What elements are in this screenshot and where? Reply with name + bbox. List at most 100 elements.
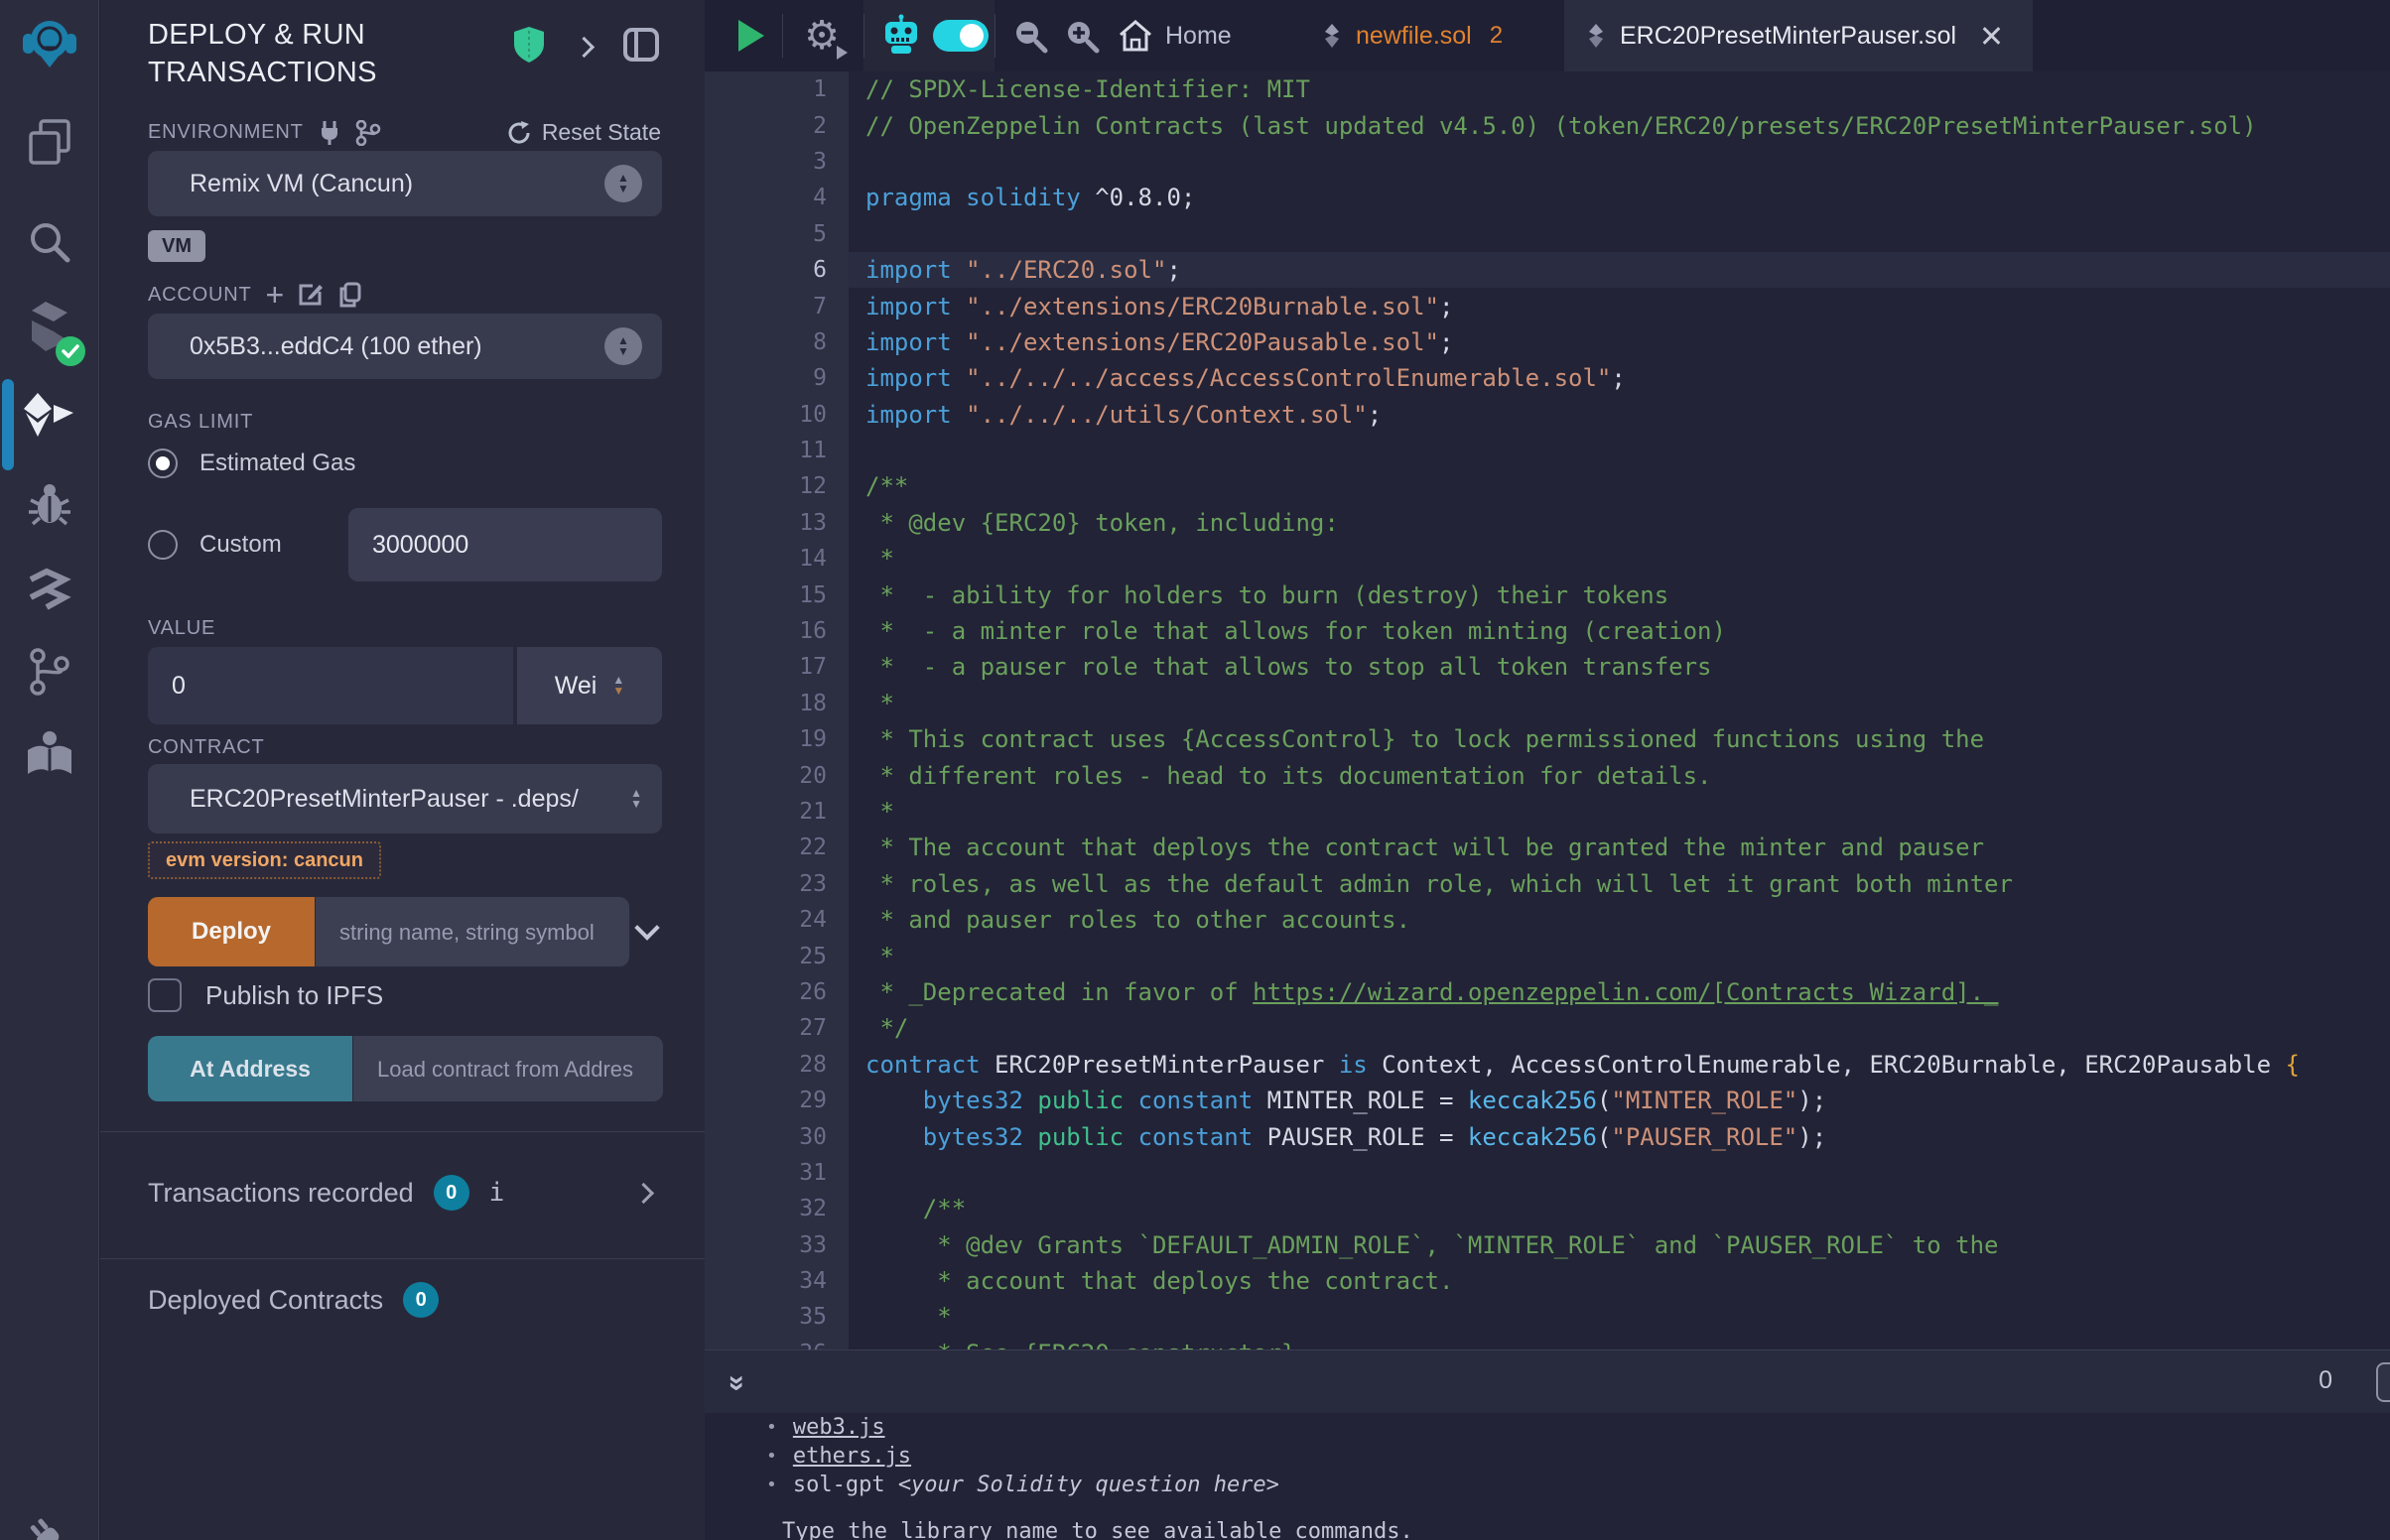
solgpt-hint: <your Solidity question here> bbox=[898, 1473, 1279, 1497]
zoom-in-icon bbox=[1062, 16, 1102, 56]
reset-icon bbox=[506, 120, 532, 146]
code-editor[interactable]: 1// SPDX-License-Identifier: MIT2// Open… bbox=[705, 71, 2390, 1349]
home-tab[interactable]: Home bbox=[1118, 0, 1257, 71]
line-number: 6 bbox=[705, 257, 849, 283]
code-line: 11 bbox=[705, 433, 2390, 468]
play-icon bbox=[738, 20, 764, 52]
fork-state-icon[interactable] bbox=[355, 120, 381, 146]
value-input[interactable] bbox=[148, 647, 513, 724]
editor-topbar: ⚙ bbox=[705, 0, 2390, 71]
solgpt-command: sol-gpt bbox=[793, 1473, 885, 1497]
code-line: 34 * account that deploys the contract. bbox=[705, 1263, 2390, 1299]
line-number: 5 bbox=[705, 221, 849, 247]
reset-state-button[interactable]: Reset State bbox=[506, 119, 661, 146]
reset-state-label: Reset State bbox=[542, 119, 661, 146]
transactions-count-badge: 0 bbox=[434, 1175, 469, 1211]
info-icon[interactable]: i bbox=[489, 1178, 505, 1208]
web3js-link[interactable]: web3.js bbox=[793, 1415, 885, 1440]
collapse-terminal-icon[interactable]: « bbox=[718, 1375, 751, 1392]
code-line: 9import "../../../access/AccessControlEn… bbox=[705, 360, 2390, 396]
remix-ide-window: DEPLOY & RUN TRANSACTIONS ENVIRONMENT bbox=[0, 0, 2390, 1540]
contract-stepper-icon: ▲▼ bbox=[630, 788, 642, 810]
estimated-gas-radio[interactable] bbox=[148, 449, 178, 478]
deploy-params-input[interactable] bbox=[316, 897, 629, 966]
environment-value: Remix VM (Cancun) bbox=[190, 170, 604, 198]
line-number: 21 bbox=[705, 799, 849, 825]
line-number: 4 bbox=[705, 185, 849, 210]
line-number: 14 bbox=[705, 546, 849, 572]
select-stepper-icon: ▲▼ bbox=[604, 327, 642, 365]
publish-ipfs-checkbox[interactable] bbox=[148, 978, 182, 1012]
code-line: 26 * _Deprecated in favor of https://wiz… bbox=[705, 974, 2390, 1010]
value-unit: Wei bbox=[555, 672, 598, 701]
line-number: 26 bbox=[705, 979, 849, 1005]
deploy-button[interactable]: Deploy bbox=[148, 897, 315, 966]
editor-area: ⚙ bbox=[705, 0, 2390, 1540]
line-number: 15 bbox=[705, 582, 849, 608]
code-line: 19 * This contract uses {AccessControl} … bbox=[705, 721, 2390, 757]
code-line: 36 * See {ERC20-constructor}. bbox=[705, 1336, 2390, 1349]
pin-panel-icon[interactable] bbox=[623, 28, 659, 66]
active-plugin-indicator bbox=[2, 379, 14, 470]
code-line: 8import "../extensions/ERC20Pausable.sol… bbox=[705, 324, 2390, 360]
script-config-button[interactable]: ⚙ bbox=[794, 0, 850, 71]
terminal-search-box[interactable] bbox=[2376, 1362, 2390, 1402]
file-explorer-icon[interactable] bbox=[25, 117, 74, 174]
custom-gas-label: Custom bbox=[199, 531, 282, 559]
code-line: 3 bbox=[705, 144, 2390, 180]
tab-erc20presetminterpauser[interactable]: ERC20PresetMinterPauser.sol bbox=[1564, 0, 2033, 71]
remix-logo-icon[interactable] bbox=[22, 14, 77, 74]
activity-bar bbox=[0, 0, 99, 1540]
custom-gas-input[interactable] bbox=[348, 508, 662, 581]
search-icon[interactable] bbox=[26, 218, 73, 271]
collapse-panel-icon[interactable] bbox=[574, 37, 595, 58]
contract-select[interactable]: ERC20PresetMinterPauser - .deps/ ▲▼ bbox=[148, 764, 662, 834]
expand-params-icon[interactable] bbox=[634, 915, 659, 940]
tab-newfile[interactable]: newfile.sol 2 bbox=[1300, 0, 1525, 71]
deployed-contracts-row: Deployed Contracts 0 bbox=[148, 1278, 661, 1322]
plugin-manager-icon[interactable] bbox=[28, 1512, 71, 1540]
learn-icon[interactable] bbox=[23, 730, 76, 785]
shield-icon bbox=[513, 26, 545, 68]
unit-testing-icon[interactable] bbox=[25, 568, 74, 618]
run-script-button[interactable] bbox=[727, 0, 776, 71]
solidity-compiler-icon[interactable] bbox=[24, 300, 75, 358]
line-number: 3 bbox=[705, 149, 849, 175]
transactions-recorded-row[interactable]: Transactions recorded 0 i bbox=[148, 1171, 661, 1215]
copy-account-icon[interactable] bbox=[337, 282, 361, 308]
custom-gas-radio[interactable] bbox=[148, 530, 178, 560]
ai-copilot-button[interactable] bbox=[875, 0, 927, 71]
at-address-button[interactable]: At Address bbox=[148, 1036, 352, 1101]
deploy-run-icon[interactable] bbox=[22, 391, 77, 444]
code-line: 23 * roles, as well as the default admin… bbox=[705, 866, 2390, 902]
expand-transactions-icon[interactable] bbox=[633, 1182, 654, 1203]
gas-limit-label: GAS LIMIT bbox=[148, 411, 253, 434]
add-account-icon[interactable]: + bbox=[266, 282, 285, 308]
close-tab-icon[interactable] bbox=[1980, 25, 2002, 47]
home-label: Home bbox=[1165, 22, 1232, 51]
debugger-icon[interactable] bbox=[25, 478, 74, 533]
git-icon[interactable] bbox=[26, 647, 73, 702]
environment-select[interactable]: Remix VM (Cancun) ▲▼ bbox=[148, 151, 662, 216]
plug-icon[interactable] bbox=[318, 120, 341, 146]
compile-success-badge bbox=[56, 336, 85, 366]
line-number: 7 bbox=[705, 294, 849, 320]
line-number: 2 bbox=[705, 113, 849, 139]
line-number: 25 bbox=[705, 944, 849, 969]
bullet-icon: • bbox=[766, 1446, 777, 1467]
value-unit-select[interactable]: Wei ▲▼ bbox=[517, 647, 662, 724]
ethersjs-link[interactable]: ethers.js bbox=[793, 1444, 911, 1469]
terminal-output[interactable]: • web3.js • ethers.js • sol-gpt <your So… bbox=[705, 1413, 2390, 1540]
home-icon bbox=[1118, 19, 1153, 53]
line-number: 30 bbox=[705, 1124, 849, 1150]
account-label: ACCOUNT bbox=[148, 284, 252, 307]
terminal-line: • ethers.js bbox=[705, 1442, 2390, 1471]
zoom-out-button[interactable] bbox=[1006, 0, 1054, 71]
at-address-input[interactable] bbox=[353, 1036, 663, 1101]
zoom-in-button[interactable] bbox=[1058, 0, 1106, 71]
sign-message-icon[interactable] bbox=[298, 282, 324, 308]
solidity-file-icon bbox=[1322, 23, 1342, 49]
copilot-toggle[interactable] bbox=[931, 0, 991, 71]
account-select[interactable]: 0x5B3...eddC4 (100 ether) ▲▼ bbox=[148, 314, 662, 379]
code-line: 22 * The account that deploys the contra… bbox=[705, 830, 2390, 865]
